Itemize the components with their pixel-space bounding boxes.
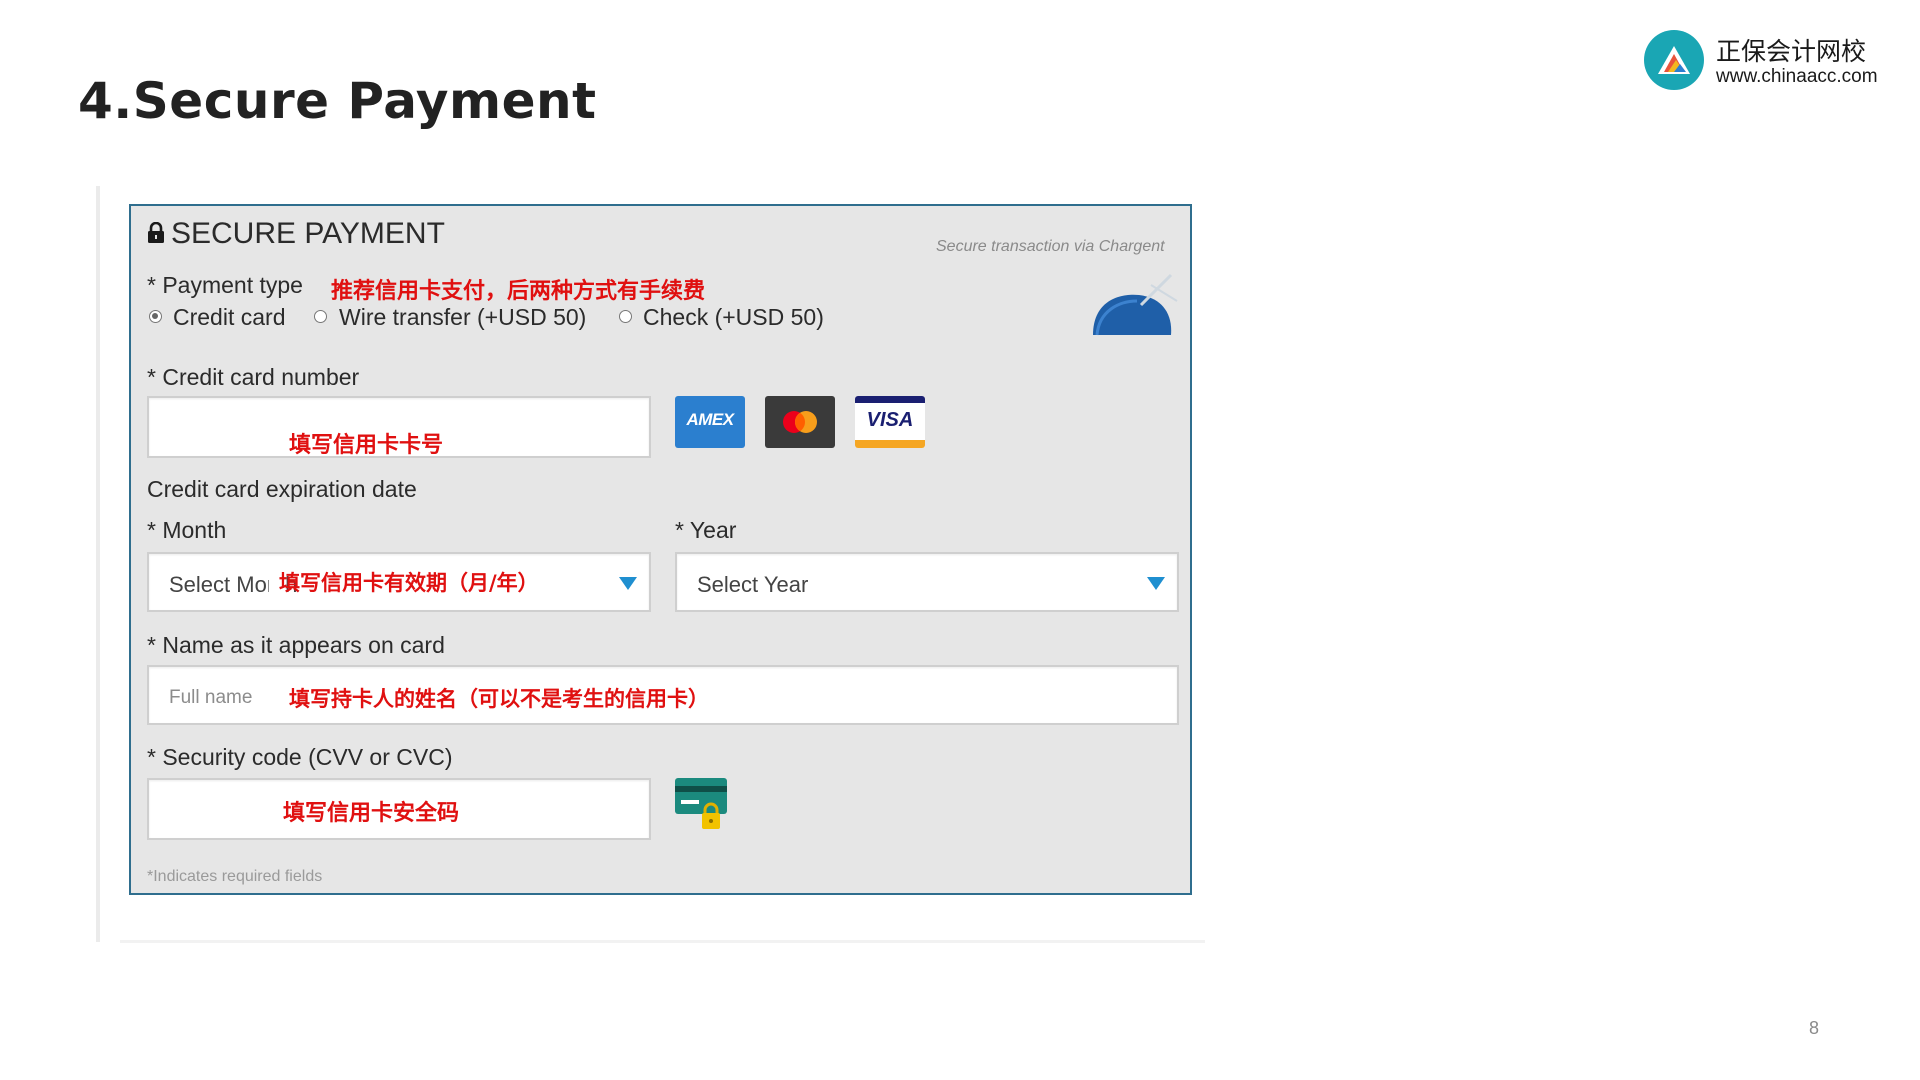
- month-label: * Month: [147, 517, 227, 543]
- full-name-placeholder: Full name: [169, 687, 253, 708]
- security-code-annotation: 填写信用卡安全码: [283, 801, 460, 826]
- radio-wire-transfer[interactable]: [314, 310, 327, 323]
- chinaacc-logo: 正保会计网校 www.chinaacc.com: [1644, 30, 1884, 94]
- expiration-label: Credit card expiration date: [147, 476, 417, 502]
- expiration-annotation: 填写信用卡有效期（月/年）: [279, 571, 539, 595]
- option-check-label[interactable]: Check (+USD 50): [643, 304, 824, 331]
- year-select[interactable]: Select Year: [675, 552, 1179, 612]
- amex-label: AMEX: [686, 410, 734, 429]
- card-number-annotation: 填写信用卡卡号: [289, 433, 444, 458]
- secure-transaction-note: Secure transaction via Chargent: [936, 238, 1165, 255]
- required-fields-note: *Indicates required fields: [147, 868, 323, 885]
- amex-card-icon: AMEX: [675, 396, 745, 448]
- radio-credit-card[interactable]: [149, 310, 162, 323]
- page-number: 8: [1809, 1018, 1820, 1038]
- mastercard-icon: [765, 396, 835, 448]
- year-label: * Year: [675, 517, 737, 543]
- option-wire-transfer-label[interactable]: Wire transfer (+USD 50): [339, 304, 586, 331]
- logo-url: www.chinaacc.com: [1716, 66, 1878, 87]
- name-annotation: 填写持卡人的姓名（可以不是考生的信用卡）: [289, 687, 709, 711]
- payment-type-label: * Payment type: [147, 272, 303, 298]
- logo-name: 正保会计网校: [1716, 37, 1867, 66]
- radio-check[interactable]: [619, 310, 632, 323]
- chevron-down-icon: [619, 577, 637, 590]
- chargent-logo-icon: [1093, 273, 1178, 336]
- security-code-label: * Security code (CVV or CVC): [147, 744, 453, 770]
- payment-type-annotation: 推荐信用卡支付，后两种方式有手续费: [331, 279, 706, 304]
- name-on-card-label: * Name as it appears on card: [147, 632, 445, 658]
- bottom-divider: [120, 940, 1205, 943]
- slide-title: 4.Secure Payment: [78, 72, 597, 130]
- left-divider: [96, 186, 100, 942]
- security-code-card-icon: [675, 778, 727, 829]
- chinaacc-logo-icon: [1644, 30, 1704, 90]
- lock-icon: [148, 222, 164, 243]
- option-credit-card-label[interactable]: Credit card: [173, 304, 285, 331]
- chevron-down-icon: [1147, 577, 1165, 590]
- secure-payment-panel: SECURE PAYMENT Secure transaction via Ch…: [129, 204, 1192, 895]
- panel-title: SECURE PAYMENT: [171, 217, 445, 250]
- card-number-label: * Credit card number: [147, 364, 360, 390]
- year-select-value: Select Year: [697, 572, 809, 597]
- visa-label: VISA: [866, 409, 914, 431]
- visa-card-icon: VISA: [855, 396, 925, 448]
